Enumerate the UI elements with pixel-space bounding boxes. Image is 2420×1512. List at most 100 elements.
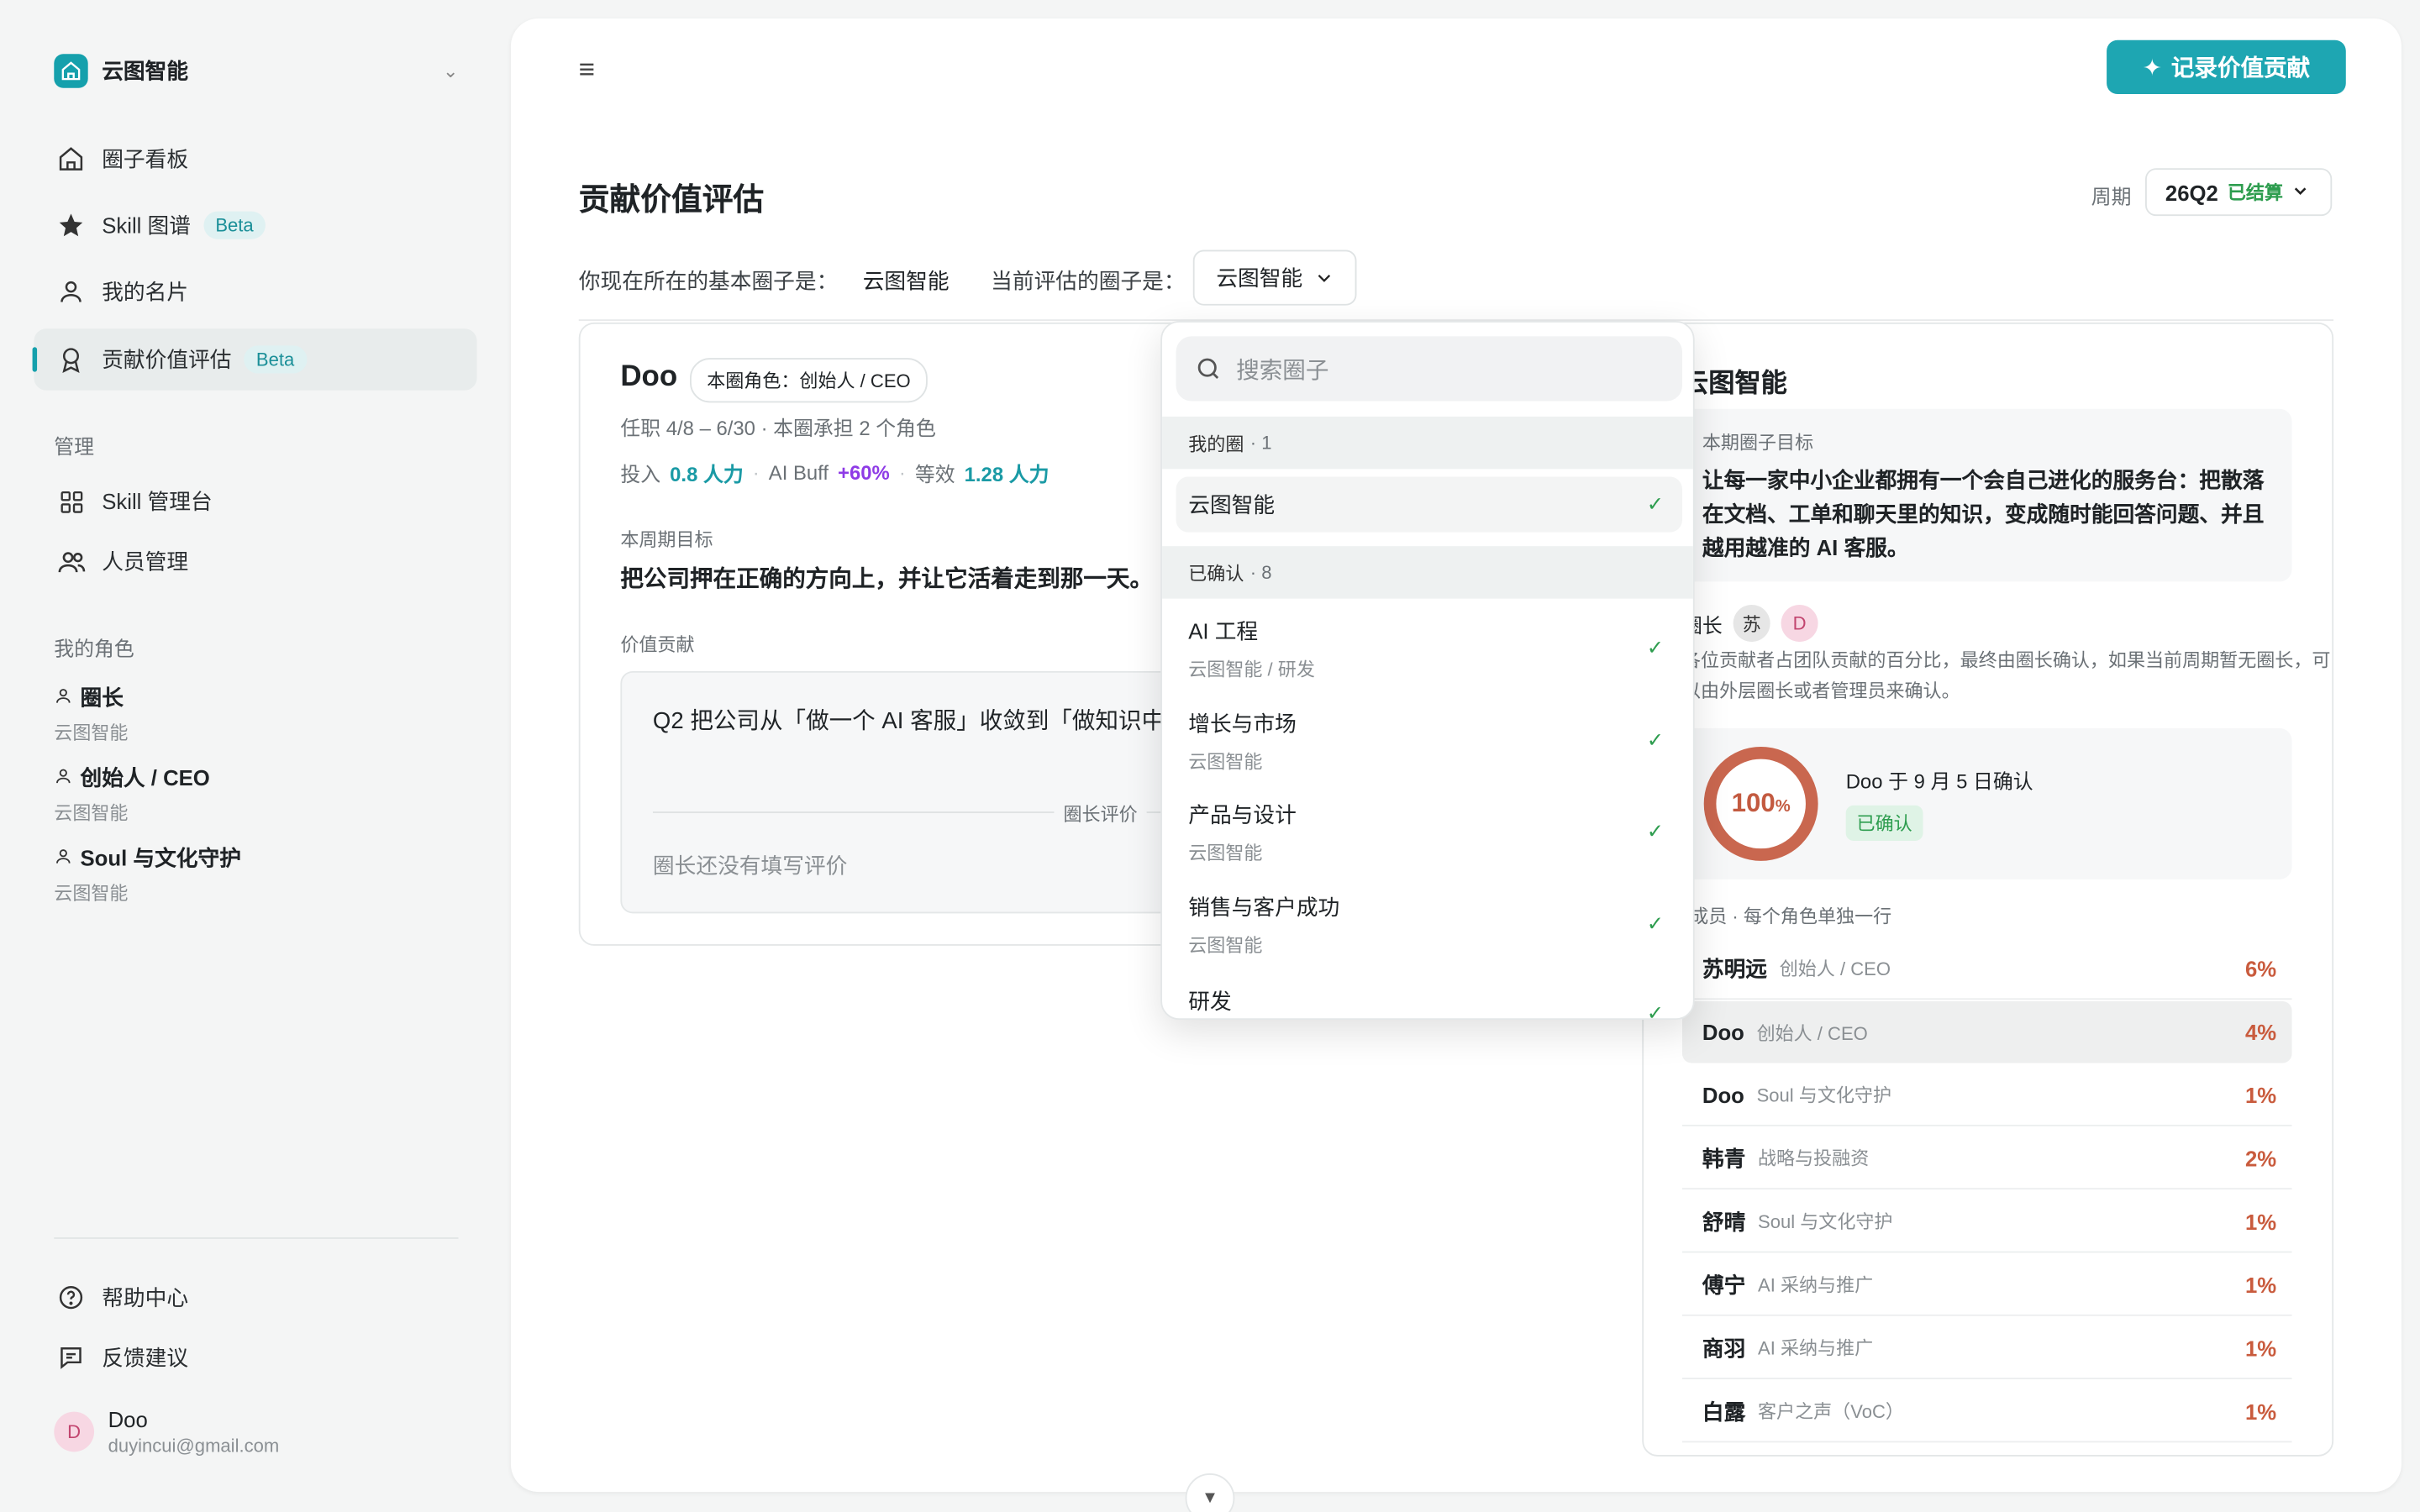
sidebar-item-contribution[interactable]: 贡献价值评估 Beta	[32, 328, 477, 391]
person-icon	[54, 765, 72, 790]
role-item[interactable]: 创始人 / CEO 云图智能	[54, 762, 210, 825]
avatar: D	[54, 1411, 95, 1452]
role-badge: 本圈角色：创始人 / CEO	[690, 358, 928, 403]
member-name: 商羽	[1702, 1335, 1746, 1361]
item-name: 销售与客户成功	[1188, 894, 1340, 919]
confirmation-box: 100% Doo 于 9 月 5 日确认 已确认	[1682, 727, 2292, 879]
sidebar-item-circle-board[interactable]: 圈子看板	[34, 128, 476, 189]
member-row[interactable]: 傅宁 AI 采纳与推广 1%	[1682, 1254, 2292, 1316]
message-icon	[55, 1342, 87, 1373]
member-name: 韩青	[1702, 1145, 1746, 1171]
goal-text: 把公司押在正确的方向上，并让它活着走到那一天。	[620, 566, 1154, 593]
circle-title: 云图智能	[1682, 368, 1787, 398]
status-badge: 已确认	[1845, 805, 1923, 842]
user-email: duyincui@gmail.com	[108, 1435, 280, 1457]
workspace-switcher[interactable]: 云图智能 ⌄	[54, 51, 458, 92]
check-icon: ✓	[1646, 635, 1664, 659]
dropdown-item[interactable]: 研发 ✓	[1176, 977, 1682, 1021]
check-icon: ✓	[1646, 491, 1664, 516]
input-label: 投入	[620, 463, 661, 486]
sidebar-item-my-card[interactable]: 我的名片	[34, 260, 476, 322]
sidebar-item-skill-graph[interactable]: Skill 图谱 Beta	[34, 194, 476, 255]
chevron-down-icon	[1318, 275, 1331, 282]
member-row[interactable]: Doo Soul 与文化守护 1%	[1682, 1064, 2292, 1126]
person-icon	[54, 846, 72, 870]
circle-description: 各位贡献者占团队贡献的百分比，最终由圈长确认，如果当前周期暂无圈长，可以由外层圈…	[1682, 649, 2331, 702]
review-label: 圈长评价	[1054, 801, 1147, 827]
current-circle-label: 当前评估的圈子是：	[991, 268, 1186, 293]
group-header: 我的圈 · 1	[1162, 416, 1693, 470]
sidebar-divider	[54, 1237, 459, 1239]
item-path: 云图智能	[1188, 750, 1263, 773]
sidebar-item-help[interactable]: 帮助中心	[34, 1267, 476, 1328]
member-percent: 1%	[2244, 1398, 2277, 1424]
member-role: AI 采纳与推广	[1758, 1274, 1874, 1296]
member-percent: 1%	[2244, 1082, 2277, 1107]
role-item[interactable]: 圈长 云图智能	[54, 682, 128, 745]
group-label: 我的圈	[1188, 433, 1244, 454]
sidebar-item-label: 圈子看板	[102, 146, 189, 171]
tenure-text: 任职 4/8 – 6/30 · 本圈承担 2 个角色	[620, 416, 936, 440]
item-name: 产品与设计	[1188, 801, 1297, 827]
member-role: 客户之声（VoC）	[1758, 1400, 1904, 1423]
sidebar-item-label: 人员管理	[102, 549, 189, 575]
member-name: 舒晴	[1702, 1209, 1746, 1234]
member-role: 战略与投融资	[1758, 1147, 1870, 1170]
circle-lead-row: 圈长 苏 D	[1682, 604, 1818, 643]
role-name: 创始人 / CEO	[80, 765, 210, 790]
sidebar-item-feedback[interactable]: 反馈建议	[34, 1327, 476, 1389]
member-name: 白露	[1702, 1398, 1746, 1424]
menu-icon[interactable]: ≡	[579, 54, 595, 87]
sidebar-item-label: Skill 管理台	[102, 489, 213, 514]
member-row[interactable]: 韩青 战略与投融资 2%	[1682, 1128, 2292, 1190]
check-icon: ✓	[1646, 1001, 1664, 1021]
role-item[interactable]: Soul 与文化守护 云图智能	[54, 843, 241, 906]
role-circle: 云图智能	[54, 722, 129, 744]
user-name: Doo	[108, 1407, 148, 1432]
member-row[interactable]: 舒晴 Soul 与文化守护 1%	[1682, 1191, 2292, 1253]
chevron-down-icon	[2292, 181, 2309, 203]
dropdown-item[interactable]: 销售与客户成功 云图智能 ✓	[1176, 884, 1682, 964]
percent-unit: %	[1775, 797, 1791, 816]
buff-value: +60%	[838, 461, 890, 485]
member-row[interactable]: 苏明远 创始人 / CEO 6%	[1682, 938, 2292, 1000]
workspace-name: 云图智能	[102, 58, 189, 84]
page-title: 贡献价值评估	[578, 183, 765, 218]
member-name: Doo	[1702, 1020, 1744, 1045]
dropdown-item[interactable]: 增长与市场 云图智能 ✓	[1176, 701, 1682, 781]
help-circle-icon	[55, 1282, 87, 1313]
circle-select[interactable]: 云图智能	[1192, 249, 1357, 306]
member-role: Soul 与文化守护	[1758, 1210, 1893, 1233]
period-label: 周期	[2091, 185, 2132, 208]
member-percent: 6%	[2244, 955, 2277, 981]
user-icon	[55, 276, 87, 307]
dropdown-item[interactable]: AI 工程 云图智能 / 研发 ✓	[1176, 608, 1682, 689]
circle-card: 云图智能 本期圈子目标 让每一家中小企业都拥有一个会自己进化的服务台：把散落在文…	[1642, 322, 2334, 1457]
award-icon	[55, 344, 87, 375]
star-icon	[55, 210, 87, 241]
dropdown-item[interactable]: 产品与设计 云图智能 ✓	[1176, 791, 1682, 872]
user-profile[interactable]: D Doo duyincui@gmail.com	[54, 1407, 279, 1457]
users-icon	[55, 546, 87, 577]
sidebar-item-people[interactable]: 人员管理	[34, 531, 476, 592]
base-circle-value: 云图智能	[862, 268, 950, 293]
sidebar: 云图智能 ⌄ 圈子看板 Skill 图谱 Beta 我的名片 贡献价值评估 Be…	[0, 0, 509, 1512]
sparkle-icon: ✦	[2142, 55, 2162, 81]
value-label: 价值贡献	[620, 633, 695, 656]
item-name: AI 工程	[1188, 617, 1259, 643]
avatar[interactable]: D	[1781, 604, 1818, 643]
avatar[interactable]: 苏	[1733, 604, 1770, 643]
member-name: 苏明远	[1702, 955, 1768, 981]
home-icon	[54, 54, 88, 88]
beta-badge: Beta	[244, 345, 307, 374]
period-select[interactable]: 26Q2 已结算	[2145, 168, 2333, 217]
member-percent: 1%	[2244, 1209, 2277, 1234]
member-row[interactable]: Doo 创始人 / CEO 4%	[1682, 1001, 2292, 1063]
record-contribution-button[interactable]: ✦ 记录价值贡献	[2107, 39, 2346, 95]
search-input[interactable]: 搜索圈子	[1176, 336, 1683, 402]
member-row[interactable]: 白露 客户之声（VoC） 1%	[1682, 1381, 2292, 1443]
sidebar-item-label: 帮助中心	[102, 1284, 189, 1310]
sidebar-item-skill-admin[interactable]: Skill 管理台	[34, 470, 476, 532]
member-row[interactable]: 商羽 AI 采纳与推广 1%	[1682, 1318, 2292, 1380]
dropdown-item[interactable]: 云图智能 ✓	[1176, 476, 1683, 533]
